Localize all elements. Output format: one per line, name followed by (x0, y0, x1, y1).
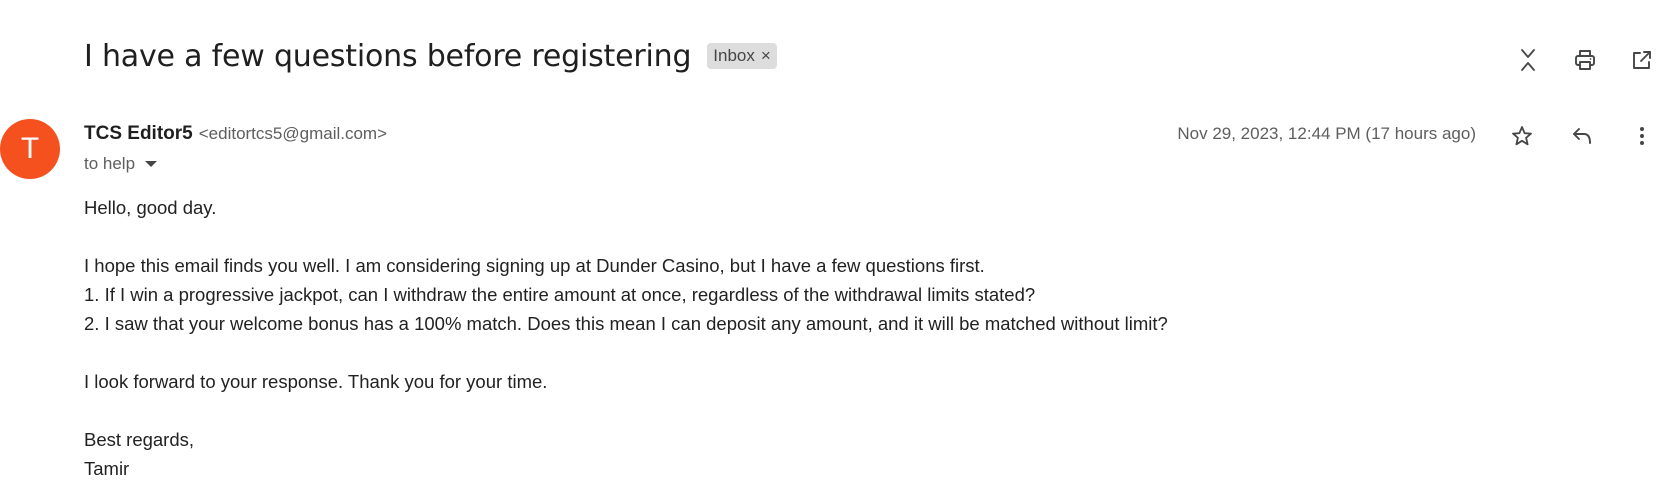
sender-line: TCS Editor5 <editortcs5@gmail.com> (84, 123, 387, 145)
print-icon[interactable] (1565, 40, 1605, 80)
recipient-text: to help (84, 154, 136, 173)
chevron-down-icon[interactable] (145, 161, 158, 167)
message-timestamp: Nov 29, 2023, 12:44 PM (17 hours ago) (1177, 124, 1476, 143)
body-intro: I hope this email finds you well. I am c… (84, 255, 985, 276)
star-icon[interactable] (1502, 116, 1542, 156)
body-closing: I look forward to your response. Thank y… (84, 371, 548, 392)
collapse-all-icon[interactable] (1508, 40, 1548, 80)
thread-toolbar (1491, 40, 1662, 80)
email-subject: I have a few questions before registerin… (84, 38, 692, 74)
recipient-details-toggle[interactable]: to help (84, 154, 158, 174)
body-signature: Tamir (84, 458, 130, 479)
inbox-label-chip[interactable]: Inbox × (707, 43, 777, 69)
body-signoff: Best regards, (84, 429, 195, 450)
subject-bar: I have a few questions before registerin… (84, 36, 777, 76)
more-vert-icon[interactable] (1622, 116, 1662, 156)
reply-icon[interactable] (1562, 116, 1602, 156)
sender-email: <editortcs5@gmail.com> (198, 124, 388, 143)
open-in-new-window-icon[interactable] (1622, 40, 1662, 80)
remove-label-icon[interactable]: × (761, 46, 771, 66)
body-question-1: 1. If I win a progressive jackpot, can I… (84, 284, 1036, 305)
message-body: Hello, good day. I hope this email finds… (84, 193, 1168, 483)
sender-avatar[interactable]: T (0, 119, 60, 179)
sender-name[interactable]: TCS Editor5 (84, 123, 193, 145)
body-greeting: Hello, good day. (84, 197, 217, 218)
label-text: Inbox (713, 46, 755, 65)
body-question-2: 2. I saw that your welcome bonus has a 1… (84, 313, 1168, 334)
message-actions (1482, 116, 1662, 156)
